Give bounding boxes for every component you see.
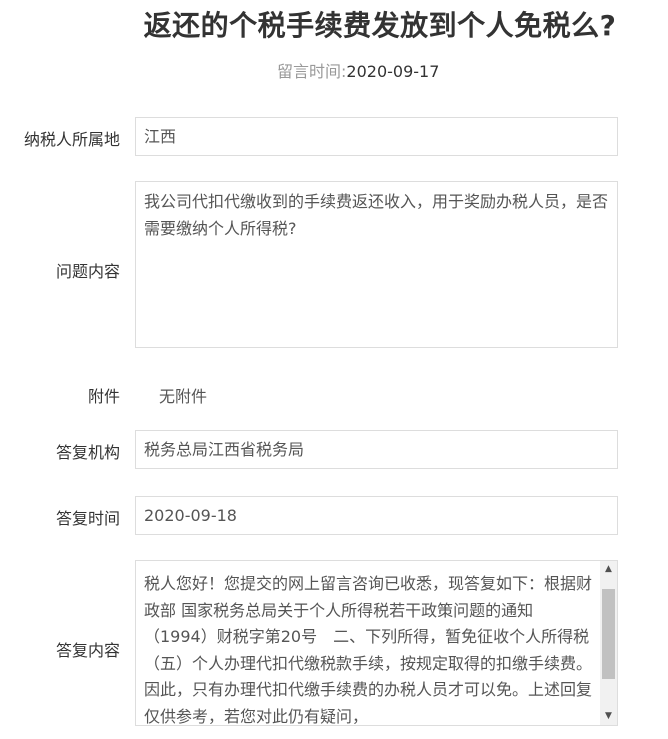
- page-title: 返还的个税手续费发放到个人免税么?: [143, 9, 617, 42]
- scroll-down-arrow-icon[interactable]: ▼: [600, 708, 617, 725]
- answer-scrollbar[interactable]: ▲ ▼: [600, 561, 617, 725]
- scrollbar-thumb[interactable]: [602, 589, 615, 679]
- scroll-up-arrow-icon[interactable]: ▲: [600, 561, 617, 578]
- attachment-value: 无附件: [159, 387, 208, 406]
- location-label: 纳税人所属地: [23, 130, 120, 149]
- question-field[interactable]: 我公司代扣代缴收到的手续费返还收入，用于奖励办税人员，是否需要缴纳个人所得税?: [135, 181, 618, 348]
- reply-time-field[interactable]: 2020-09-18: [135, 496, 618, 535]
- answer-label: 答复内容: [55, 641, 120, 660]
- answer-field[interactable]: 税人您好！您提交的网上留言咨询已收悉，现答复如下：根据财政部 国家税务总局关于个…: [135, 560, 618, 726]
- answer-text: 税人您好！您提交的网上留言咨询已收悉，现答复如下：根据财政部 国家税务总局关于个…: [144, 574, 593, 726]
- question-label: 问题内容: [55, 262, 120, 281]
- reply-time-label: 答复时间: [55, 509, 120, 528]
- message-time: 留言时间:2020-09-17: [277, 58, 439, 82]
- org-field[interactable]: 税务总局江西省税务局: [135, 430, 618, 469]
- org-label: 答复机构: [55, 443, 120, 462]
- message-time-value: 2020-09-17: [346, 62, 440, 81]
- location-field[interactable]: 江西: [135, 117, 618, 156]
- attachment-label: 附件: [87, 387, 120, 406]
- message-time-label: 留言时间:: [277, 62, 347, 81]
